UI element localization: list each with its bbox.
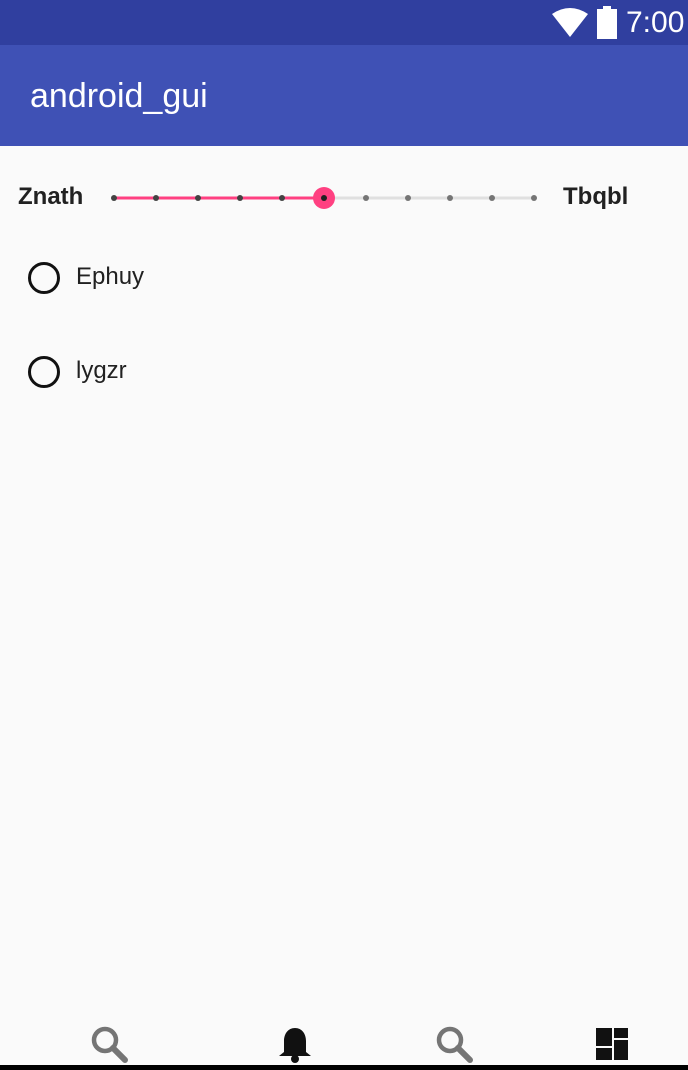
search-icon[interactable] xyxy=(89,1024,129,1064)
slider-tick xyxy=(153,195,159,201)
slider-tick xyxy=(237,195,243,201)
bell-icon[interactable] xyxy=(275,1024,315,1064)
slider-min-label: Znath xyxy=(18,183,84,210)
navigation-edge xyxy=(0,1065,688,1070)
wifi-icon xyxy=(552,8,588,37)
radio-label: Ephuy xyxy=(76,263,145,290)
slider-tick xyxy=(111,195,117,201)
slider-tick xyxy=(279,195,285,201)
slider-tick xyxy=(195,195,201,201)
slider-tick xyxy=(489,195,495,201)
app-title: android_gui xyxy=(30,77,208,115)
app-bar: android_gui xyxy=(0,45,688,146)
slider-tick xyxy=(531,195,537,201)
radio-option-lygzr[interactable]: lygzr xyxy=(28,353,328,397)
slider-tick xyxy=(405,195,411,201)
slider-thumb-dot xyxy=(321,195,327,201)
dashboard-icon[interactable] xyxy=(594,1024,634,1064)
status-time: 7:00 xyxy=(626,6,685,39)
slider-tick xyxy=(363,195,369,201)
status-bar: 7:00 xyxy=(0,0,688,45)
radio-button[interactable] xyxy=(28,356,60,388)
slider-row: Znath Tbqbl xyxy=(0,170,688,226)
search-icon[interactable] xyxy=(434,1024,474,1064)
radio-button[interactable] xyxy=(28,262,60,294)
slider-max-label: Tbqbl xyxy=(563,183,629,210)
slider-tick xyxy=(447,195,453,201)
radio-option-ephuy[interactable]: Ephuy xyxy=(28,259,328,303)
discrete-slider[interactable] xyxy=(100,170,550,226)
radio-label: lygzr xyxy=(76,357,127,384)
battery-icon xyxy=(597,6,617,39)
bottom-navigation xyxy=(0,1010,688,1070)
